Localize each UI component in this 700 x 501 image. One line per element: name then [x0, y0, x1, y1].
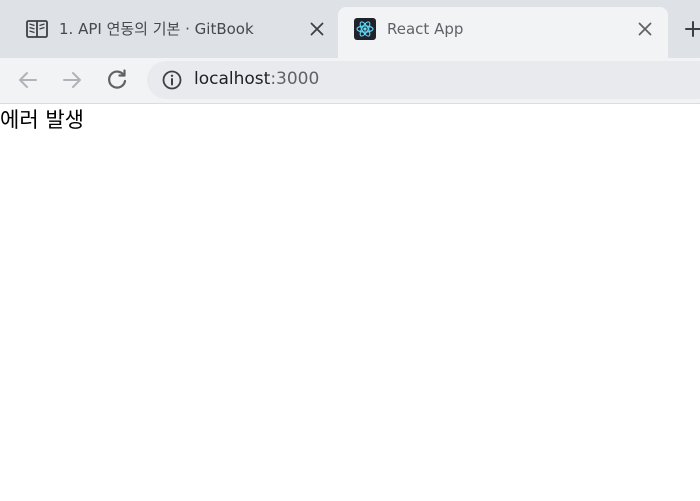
open-book-icon [26, 18, 48, 40]
react-atom-icon [354, 18, 376, 40]
tab-title: React App [387, 20, 464, 38]
info-circle-icon[interactable] [161, 69, 183, 91]
reload-icon[interactable] [103, 66, 131, 94]
arrow-right-icon[interactable] [58, 66, 86, 94]
tab-react-app[interactable]: React App [338, 7, 668, 58]
arrow-left-icon[interactable] [14, 66, 42, 94]
url-port: :3000 [270, 69, 320, 89]
plus-icon[interactable] [684, 20, 700, 38]
tab-gitbook[interactable]: 1. API 연동의 기본 · GitBook [0, 7, 338, 58]
url-text[interactable]: localhost:3000 [194, 67, 319, 91]
tab-title: 1. API 연동의 기본 · GitBook [59, 20, 254, 38]
close-icon[interactable] [308, 20, 326, 38]
browser-toolbar: localhost:3000 [0, 58, 700, 104]
url-host: localhost [194, 69, 271, 89]
error-message: 에러 발생 [0, 108, 84, 132]
close-icon[interactable] [636, 20, 654, 38]
tab-strip: 1. API 연동의 기본 · GitBook React App [0, 0, 700, 58]
page-content: 에러 발생 [0, 104, 700, 501]
